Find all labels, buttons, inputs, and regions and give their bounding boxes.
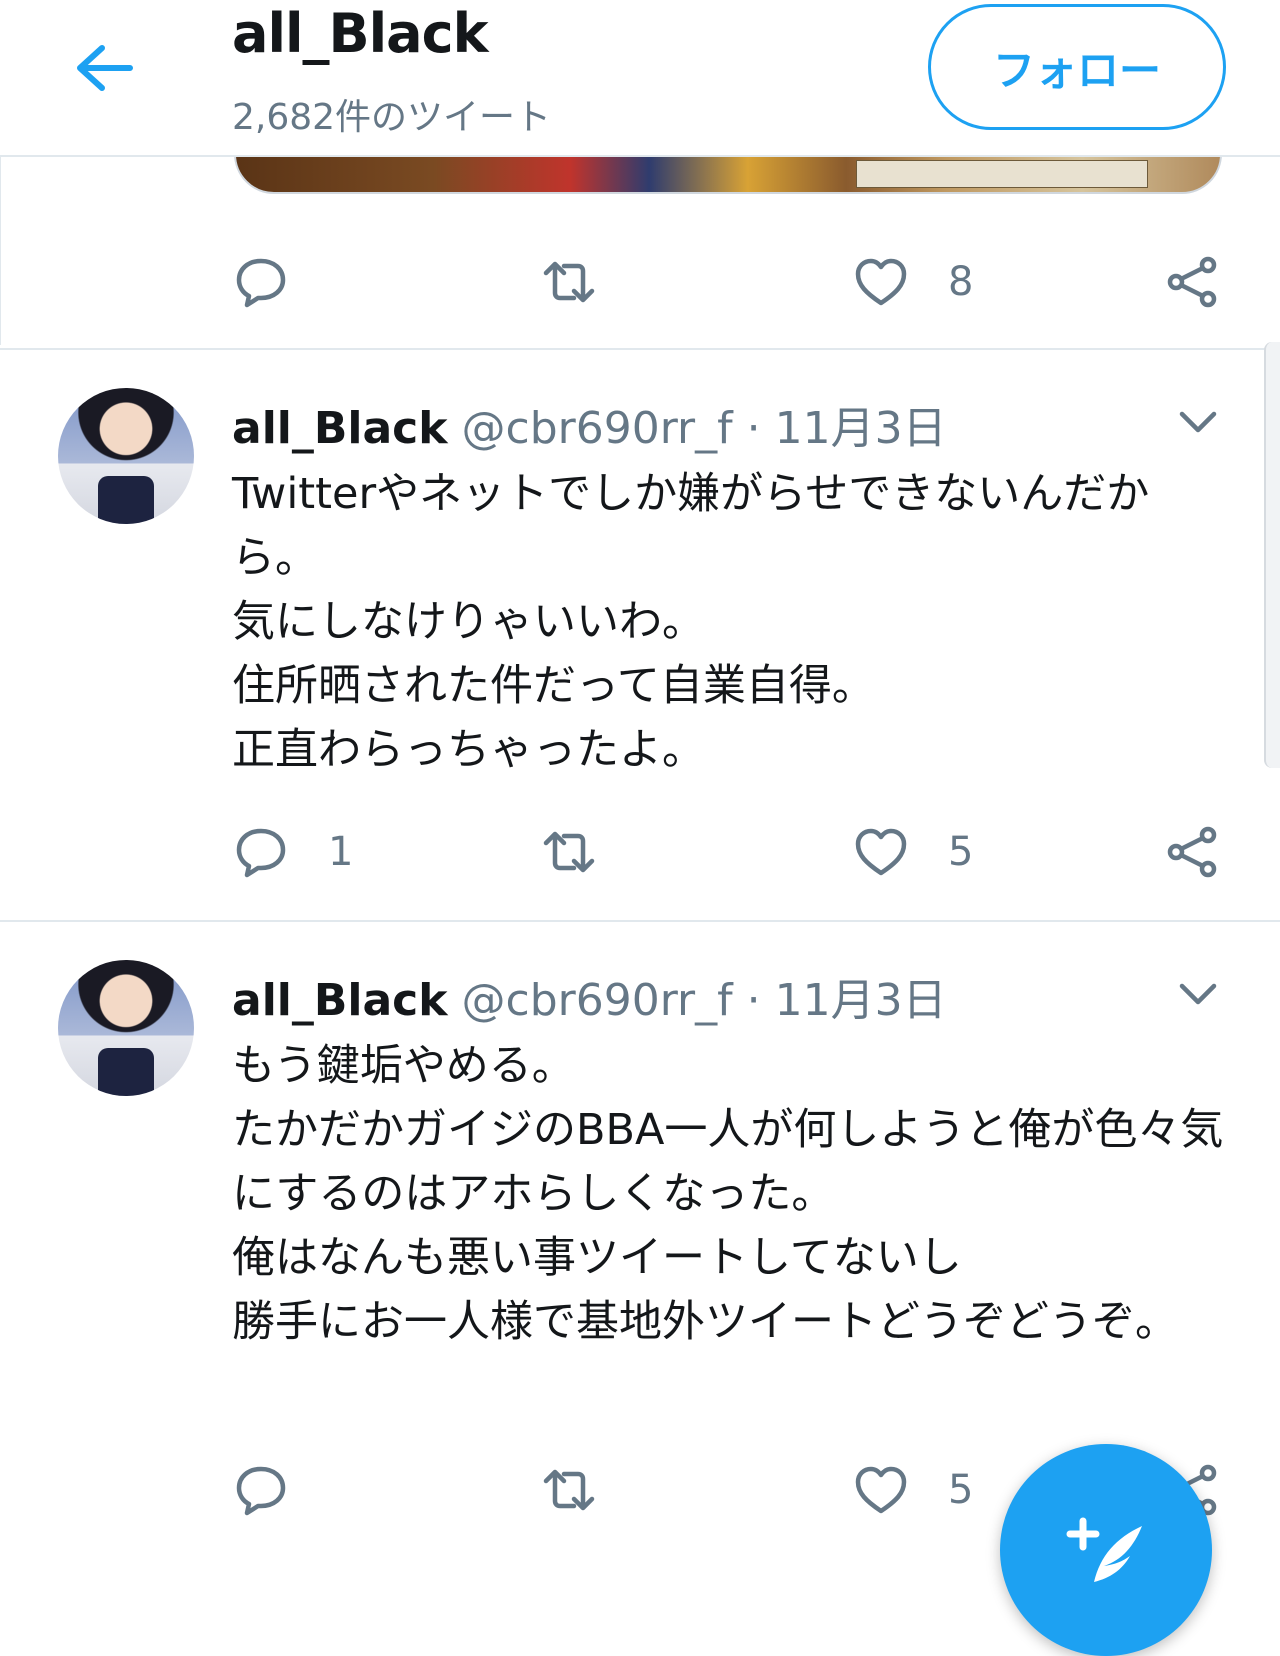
like-count: 8 (948, 259, 974, 305)
media-box-graphic (856, 160, 1148, 188)
like-button[interactable]: 5 (854, 822, 973, 882)
like-icon (855, 828, 907, 876)
compose-tweet-button[interactable] (1000, 1444, 1212, 1656)
retweet-button[interactable] (542, 822, 636, 882)
chevron-down-icon[interactable] (1176, 408, 1220, 436)
tweet-date[interactable]: 11月3日 (775, 403, 947, 454)
tweet-divider (0, 920, 1280, 922)
like-button[interactable]: 5 (854, 1460, 973, 1520)
retweet-button[interactable] (542, 252, 636, 312)
like-icon (855, 1466, 907, 1514)
back-arrow-icon[interactable] (72, 42, 136, 94)
tweet-author-name[interactable]: all_Black (232, 975, 448, 1026)
tweet-author-name[interactable]: all_Black (232, 403, 448, 454)
share-icon (1167, 256, 1217, 308)
retweet-icon (543, 261, 595, 303)
chevron-down-icon[interactable] (1176, 980, 1220, 1008)
avatar[interactable] (58, 960, 194, 1096)
reply-count: 1 (328, 829, 354, 875)
compose-tweet-icon (1066, 1517, 1142, 1582)
reply-button[interactable] (234, 1460, 328, 1520)
avatar[interactable] (58, 388, 194, 524)
meta-separator: · (746, 403, 761, 454)
share-button[interactable] (1166, 822, 1220, 882)
tweet-header: all_Black @cbr690rr_f · 11月3日 (232, 964, 947, 1028)
tweet-divider (0, 348, 1280, 350)
like-count: 5 (948, 1467, 974, 1513)
meta-separator: · (746, 975, 761, 1026)
tweet-actions: 1 5 (0, 822, 1280, 882)
tweet-text: もう鍵垢やめる。 たかだかガイジのBBA一人が何しようと俺が色々気にするのはアホ… (232, 1041, 1224, 1347)
tweet-date[interactable]: 11月3日 (775, 975, 947, 1026)
reply-button[interactable]: 1 (234, 822, 353, 882)
share-icon (1167, 826, 1217, 878)
like-icon (855, 258, 907, 306)
tweet-count: 2,682件のツイート (232, 97, 552, 138)
retweet-icon (543, 831, 595, 873)
tweet-header: all_Black @cbr690rr_f · 11月3日 (232, 392, 947, 456)
retweet-button[interactable] (542, 1460, 636, 1520)
tweet-actions: 8 (0, 252, 1280, 312)
reply-icon (236, 828, 286, 878)
profile-name: all_Black (232, 2, 488, 65)
reply-icon (236, 258, 286, 308)
retweet-icon (543, 1469, 595, 1511)
like-count: 5 (948, 829, 974, 875)
follow-button[interactable]: フォロー (928, 4, 1226, 130)
share-button[interactable] (1166, 252, 1220, 312)
reply-icon (236, 1466, 286, 1516)
profile-header: all_Black 2,682件のツイート フォロー (0, 0, 1280, 157)
timeline-border (0, 155, 1, 345)
like-button[interactable]: 8 (854, 252, 973, 312)
tweet-handle: @cbr690rr_f (461, 975, 733, 1026)
scrollbar[interactable] (1264, 342, 1280, 768)
reply-button[interactable] (234, 252, 328, 312)
tweet-handle: @cbr690rr_f (461, 403, 733, 454)
tweet-text: Twitterやネットでしか嫌がらせできないんだから。 気にしなけりゃいいわ。 … (232, 469, 1150, 775)
